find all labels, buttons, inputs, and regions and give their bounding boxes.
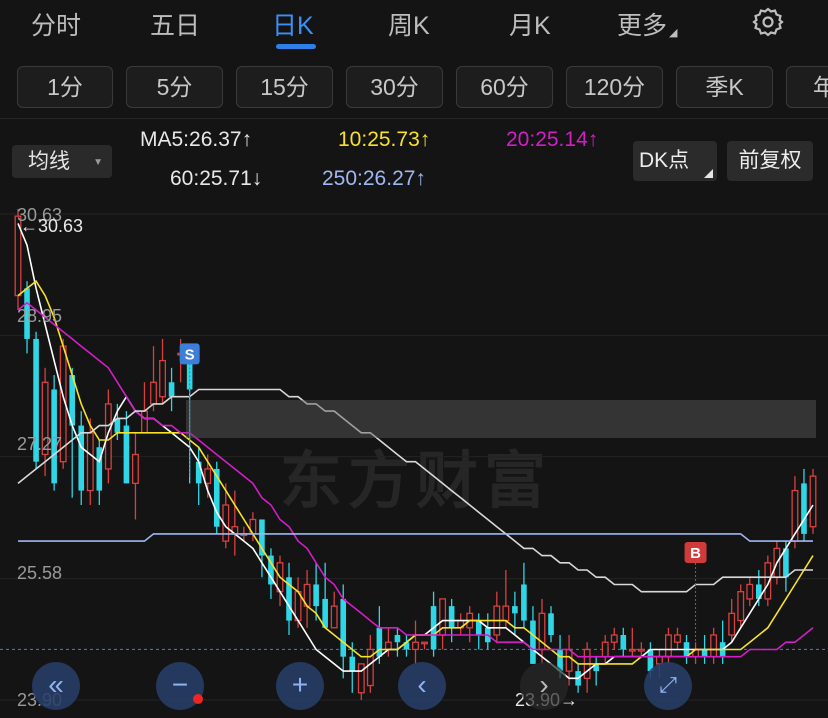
tab-weekly-k[interactable]: 周K [388,6,430,42]
candle-up [141,410,148,434]
candle-up [150,381,157,405]
candle-up [601,641,609,658]
ma250-value: 250:26.27↑ [322,167,426,190]
candle-down [701,649,708,657]
candle-down [521,584,527,621]
candle-up [746,583,754,600]
candle-up [357,663,365,694]
y-axis-label-4: 25.58 [17,563,63,583]
candle-up [710,634,718,658]
indicator-select[interactable]: 均线 ▼ [12,145,112,178]
candle-down [548,613,554,636]
candle-up [737,591,745,622]
ma5-value: MA5:26.37↑ [140,128,253,151]
period-tabs: 分时 五日 日K 周K 月K 更多 ◢ [0,0,828,56]
interval-buttons: 1分 5分 15分 30分 60分 120分 季K 年 [0,64,828,112]
tab-intraday[interactable]: 分时 [31,6,81,42]
interval-year-k-button[interactable]: 年 [786,66,828,108]
corner-triangle-icon [704,169,713,178]
candle-up [159,359,166,398]
left-arrow-icon[interactable]: ‹ [398,662,446,710]
candle-up [665,634,672,658]
ma20-value: 20:25.14↑ [506,128,599,151]
high-price-marker: ←30.63 [20,216,84,236]
kline-chart[interactable]: SB [0,196,828,718]
ma5-line [17,223,814,680]
interval-30min-button[interactable]: 30分 [346,66,443,108]
tab-daily-k[interactable]: 日K [272,6,314,42]
candle-down [376,627,383,657]
candle-down [448,606,455,628]
candle-down [620,635,627,650]
candle-down [512,606,518,614]
chevron-down-icon: ▼ [93,157,103,168]
candle-up [610,634,618,643]
candle-up [412,641,419,651]
ma60-value: 60:25.71↓ [170,167,263,190]
candle-down [123,425,130,484]
candle-up [674,634,681,643]
candle-down [394,635,401,643]
interval-15min-button[interactable]: 15分 [236,66,333,108]
y-axis-label-3: 27.27 [17,434,63,454]
interval-60min-button[interactable]: 60分 [456,66,553,108]
tab-more[interactable]: 更多 ◢ [617,6,677,42]
candle-down [530,620,536,664]
y-axis-label-2: 28.95 [17,306,63,326]
candle-down [340,598,347,657]
interval-120min-button[interactable]: 120分 [566,66,663,108]
candle-down [349,656,356,672]
candle-up [565,648,573,672]
notification-dot [193,694,203,704]
forward-adjust-button[interactable]: 前复权 [727,141,813,181]
interval-5min-button[interactable]: 5分 [126,66,223,108]
sell-signal-label: S [185,346,195,363]
resistance-band [186,400,816,438]
indicator-select-label: 均线 [28,150,70,173]
tab-five-day[interactable]: 五日 [150,6,200,42]
candle-up [728,612,736,636]
candle-up [502,605,510,622]
fullscreen-icon[interactable]: ⤢ [644,662,692,710]
ma250-line [18,533,813,542]
ma10-value: 10:25.73↑ [338,128,431,151]
candle-up [384,641,392,651]
caret-down-icon: ◢ [669,27,678,39]
candle-up [330,605,338,629]
interval-quarter-k-button[interactable]: 季K [676,66,773,108]
header-divider [0,118,828,119]
buy-signal-label: B [690,545,701,562]
dk-point-label: DK点 [639,149,690,172]
candle-up [204,468,212,485]
dk-point-button[interactable]: DK点 [633,141,717,181]
candle-up [637,648,645,652]
tab-more-label: 更多 [617,12,668,40]
candle-up [86,432,94,492]
tab-monthly-k[interactable]: 月K [509,6,551,42]
candle-up [131,453,139,485]
candle-down [195,461,202,484]
candle-up [421,641,428,645]
candle-down [801,483,807,534]
candle-up [809,475,817,528]
active-tab-indicator [276,44,316,49]
candle-down [168,382,175,397]
interval-1min-button[interactable]: 1分 [17,66,113,108]
zoom-in-icon[interactable]: + [276,662,324,710]
candle-up [628,648,636,652]
candle-down [313,584,319,607]
right-arrow-icon[interactable]: › [520,662,568,710]
settings-gear-icon[interactable] [752,6,784,38]
double-left-icon[interactable]: « [32,662,80,710]
